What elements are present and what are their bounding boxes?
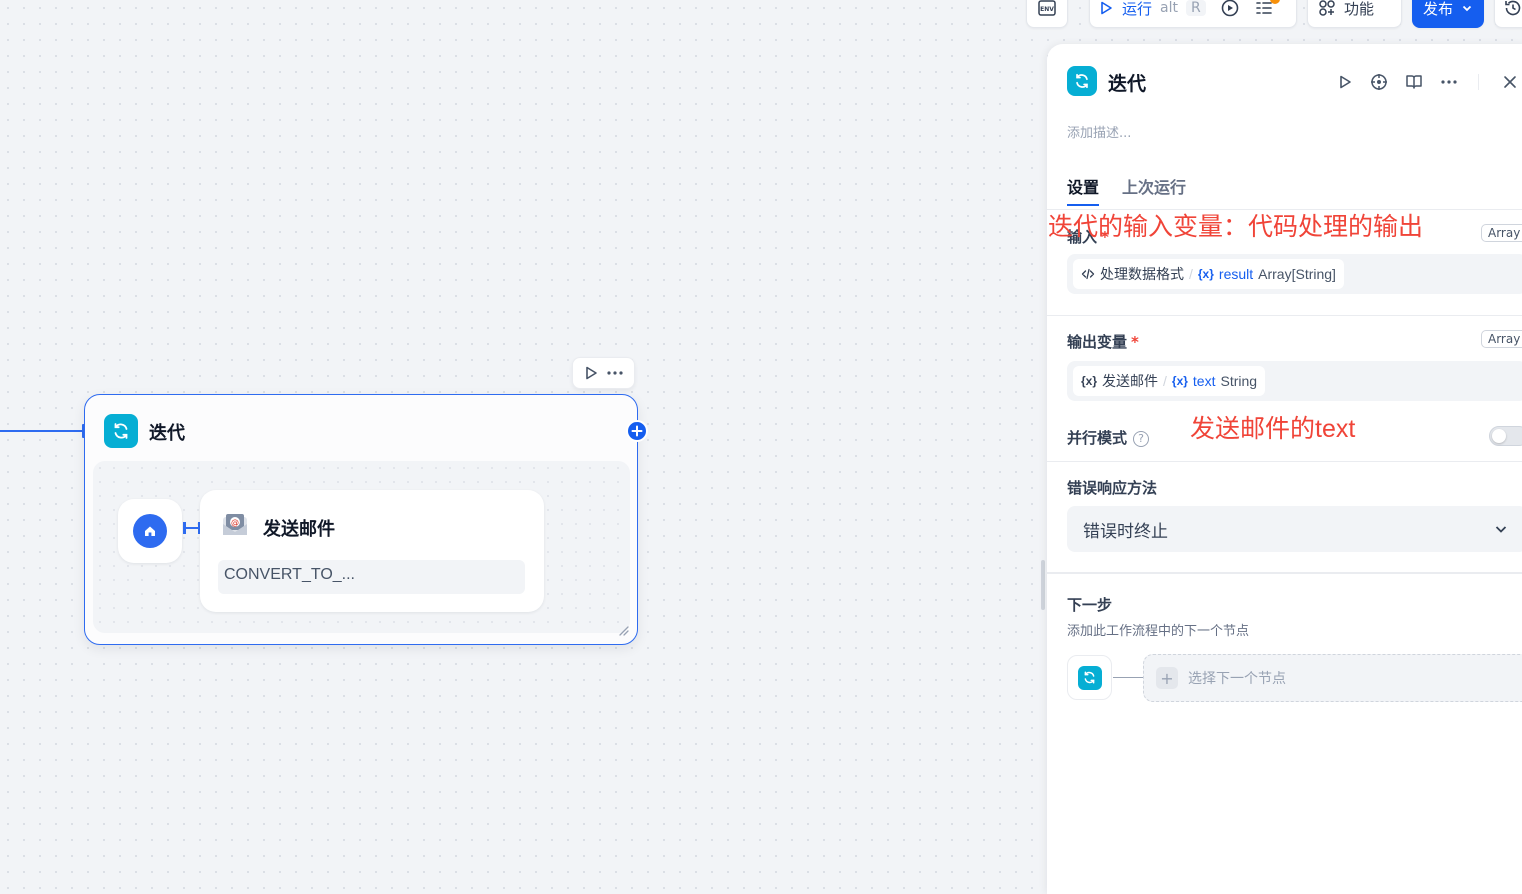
history-button[interactable] [1494,0,1522,28]
chevron-down-icon [1462,5,1472,12]
variable-icon: {x} [1197,267,1214,281]
close-icon [1504,76,1516,88]
output-variable-selector[interactable]: {x} 发送邮件 / {x} text String [1067,361,1522,401]
publish-button[interactable]: 发布 [1412,0,1484,28]
input-variable-chip[interactable]: 处理数据格式 / {x} result Array[String] [1073,259,1344,289]
run-node-button[interactable] [1335,72,1355,92]
iteration-icon [1077,665,1102,690]
play-icon [1101,1,1112,15]
incoming-edge[interactable] [0,430,86,432]
section-divider [1047,572,1522,574]
tab-last-run[interactable]: 上次运行 [1122,174,1186,198]
features-label: 功能 [1344,0,1375,18]
variable-icon: {x} [1171,374,1188,388]
help-docs-button[interactable] [1404,72,1424,92]
iteration-canvas[interactable]: @ 发送邮件 CONVERT_TO_... [93,461,630,633]
output-variable-name: text [1192,373,1216,389]
iteration-node[interactable]: 迭代 @ 发送邮件 CONVERT_TO_... [84,394,648,645]
add-next-node-button[interactable] [626,420,648,442]
next-step-connector [1113,677,1143,678]
history-icon [1505,0,1521,16]
current-node-badge [1067,655,1112,700]
output-variable-chip[interactable]: {x} 发送邮件 / {x} text String [1073,366,1266,396]
home-icon [133,514,167,548]
crosshair-icon [1371,74,1387,90]
iteration-icon [104,414,138,448]
tab-settings[interactable]: 设置 [1067,174,1100,206]
features-button[interactable]: 功能 [1307,0,1402,28]
iteration-start-node[interactable] [118,499,182,563]
play-icon [1340,75,1351,89]
input-variable-type: Array[String] [1258,266,1336,282]
run-node-icon[interactable] [583,365,599,381]
parallel-mode-toggle[interactable] [1489,426,1522,446]
send-email-node-title: 发送邮件 [263,519,335,540]
inner-edge[interactable] [185,527,199,529]
svg-text:@: @ [231,518,239,527]
env-icon: ENV [1038,0,1056,16]
more-icon [1441,80,1457,84]
variable-icon: {x} [1081,374,1098,388]
book-icon [1406,75,1422,89]
output-label: 输出变量 * [1067,333,1139,351]
error-handling-label: 错误响应方法 [1067,479,1158,497]
input-variable-name: result [1218,266,1254,282]
toolbar-divider [1478,74,1479,90]
resize-handle-icon[interactable] [617,624,629,636]
panel-resize-handle[interactable] [1041,560,1045,610]
more-icon[interactable] [606,365,624,381]
annotation-input-note: 迭代的输入变量：代码处理的输出 [1048,213,1424,241]
input-type-tag: Array [1481,224,1522,242]
next-step-description: 添加此工作流程中的下一个节点 [1067,624,1250,639]
select-next-node-label: 选择下一个节点 [1188,671,1286,687]
panel-title[interactable]: 迭代 [1108,69,1146,96]
input-variable-selector[interactable]: 处理数据格式 / {x} result Array[String] [1067,254,1522,294]
required-mark: * [1131,333,1139,351]
env-button[interactable]: ENV [1026,0,1068,28]
run-shortcut-mod: alt [1160,0,1178,16]
run-label: 运行 [1122,0,1153,18]
path-separator: / [1163,373,1167,389]
run-button[interactable]: 运行 alt R [1098,0,1206,19]
send-email-node[interactable]: @ 发送邮件 CONVERT_TO_... [200,490,544,612]
plus-icon [631,425,643,437]
node-settings-panel: 迭代 添加描述... 设置 上次运行 输入 * Array 处理数据格式 / {x… [1047,44,1522,894]
description-input[interactable]: 添加描述... [1067,122,1131,141]
error-handling-select[interactable]: 错误时终止 [1067,506,1522,552]
iteration-node-title: 迭代 [149,423,185,444]
apps-icon [1319,0,1335,16]
run-history-icon[interactable] [1220,0,1240,18]
parallel-mode-label: 并行模式? [1067,427,1150,448]
run-shortcut-key: R [1185,0,1206,16]
output-variable-type: String [1220,373,1258,389]
output-type-tag: Array [1481,330,1522,348]
next-step-label: 下一步 [1067,596,1113,614]
iteration-icon [1067,66,1097,96]
plus-icon: + [1156,667,1178,689]
input-source-node: 处理数据格式 [1100,266,1184,282]
help-icon[interactable]: ? [1133,430,1150,447]
error-handling-value: 错误时终止 [1083,521,1168,542]
output-source-node: 发送邮件 [1102,373,1159,389]
node-toolbar [572,357,635,389]
annotation-output-note: 发送邮件的text [1190,415,1356,443]
publish-label: 发布 [1423,0,1454,18]
code-icon [1081,268,1095,280]
run-toolbar-group: 运行 alt R [1089,0,1297,28]
checklist-button[interactable] [1220,0,1280,18]
email-icon: @ [223,514,247,535]
section-divider [1047,461,1522,462]
section-divider [1047,315,1522,316]
close-panel-button[interactable] [1500,72,1520,92]
path-separator: / [1189,266,1193,282]
send-email-node-subtitle: CONVERT_TO_... [218,560,525,594]
svg-text:ENV: ENV [1040,6,1054,13]
select-next-node-button[interactable]: + 选择下一个节点 [1143,654,1522,702]
locate-node-button[interactable] [1369,72,1389,92]
more-options-button[interactable] [1439,72,1459,92]
chevron-down-icon [1495,526,1507,533]
